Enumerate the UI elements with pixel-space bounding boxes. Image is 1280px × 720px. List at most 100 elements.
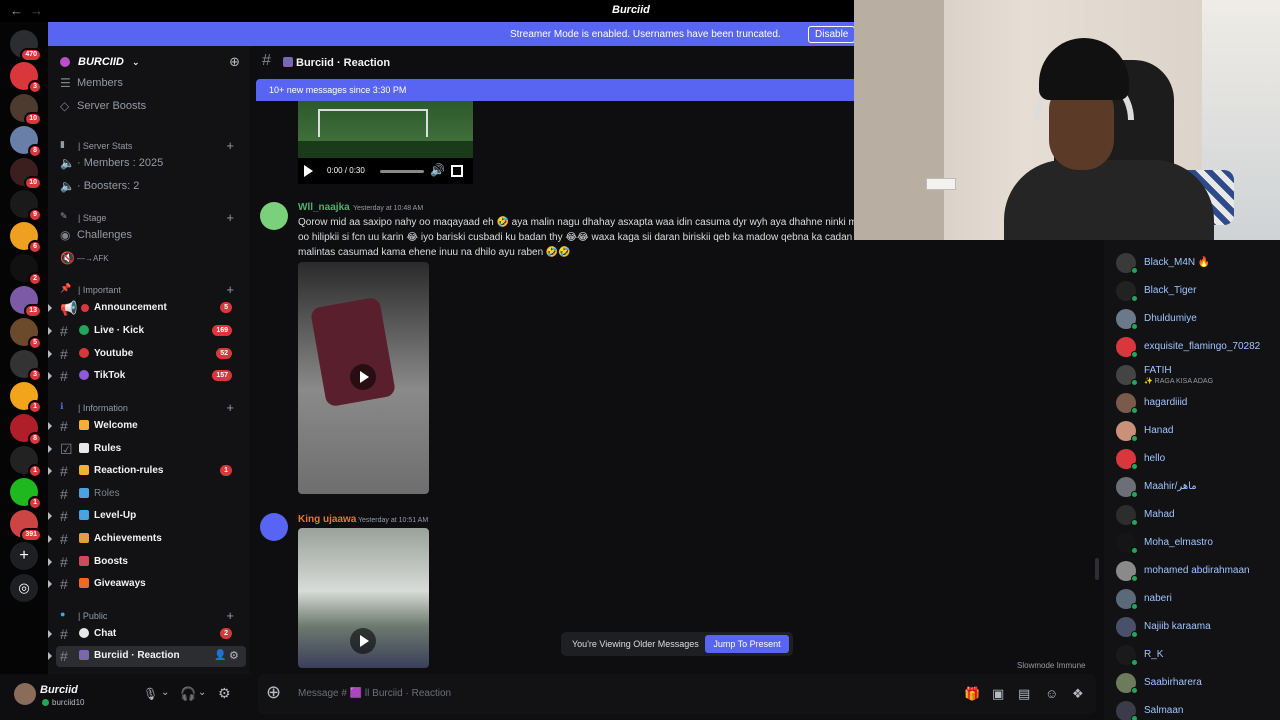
member-item[interactable]: exquisite_flamingo_70282	[1104, 334, 1280, 360]
voice-channel-afk[interactable]: 🔇 —→AFK	[56, 249, 244, 269]
member-item[interactable]: mohamed abdirahmaan	[1104, 558, 1280, 584]
avatar[interactable]	[14, 683, 36, 705]
headphones-icon[interactable]: 🎧	[180, 686, 196, 702]
avatar[interactable]	[260, 513, 288, 541]
channel-live-kick[interactable]: # Live · Kick 169	[48, 321, 244, 342]
channel-chat[interactable]: # Chat 2	[48, 624, 244, 645]
gear-icon[interactable]: ⚙	[218, 685, 231, 702]
category-important[interactable]: 📌 | Important +	[56, 282, 244, 298]
server-icon[interactable]: 13	[10, 286, 42, 318]
server-icon[interactable]: 8	[10, 414, 42, 446]
gif-icon[interactable]: ▣	[992, 686, 1004, 702]
invite-icon[interactable]: 👤	[214, 650, 226, 661]
channel-giveaways[interactable]: # Giveaways	[48, 574, 244, 595]
add-attachment-icon[interactable]: ⊕	[266, 682, 281, 703]
member-item[interactable]: Moha_elmastro	[1104, 530, 1280, 556]
play-icon[interactable]	[350, 364, 376, 390]
video-attachment[interactable]	[298, 528, 429, 668]
play-icon[interactable]	[304, 165, 313, 177]
member-item[interactable]: Najiib karaama	[1104, 614, 1280, 640]
member-item[interactable]: Salmaan	[1104, 698, 1280, 720]
message-input[interactable]: Message # 🟪 ll Burciid · Reaction	[298, 688, 451, 699]
avatar[interactable]	[260, 202, 288, 230]
member-item[interactable]: hagardiiid	[1104, 390, 1280, 416]
member-item[interactable]: Dhuldumiye	[1104, 306, 1280, 332]
channel-reaction-rules[interactable]: # Reaction-rules 1	[48, 461, 244, 482]
server-icon[interactable]: 3	[10, 350, 42, 382]
add-channel-icon[interactable]: +	[226, 210, 234, 225]
sticker-icon[interactable]: ▤	[1018, 686, 1030, 702]
category-public[interactable]: ● | Public +	[56, 608, 244, 624]
channel-announcement[interactable]: 📢 Announcement 5	[48, 298, 244, 319]
disable-button[interactable]: Disable	[808, 26, 856, 43]
channel-rules[interactable]: ☑ Rules	[48, 439, 244, 460]
message-author[interactable]: Wll_naajka	[298, 202, 350, 213]
channel-roles[interactable]: # Roles	[48, 484, 244, 505]
server-icon[interactable]: 3	[10, 62, 42, 94]
channel-tiktok[interactable]: # TikTok 157	[48, 366, 244, 387]
video-attachment[interactable]	[298, 262, 429, 494]
channel-burciid-reaction[interactable]: # Burciid · Reaction 👤 ⚙	[48, 646, 246, 667]
gear-icon[interactable]: ⚙	[229, 649, 239, 662]
volume-slider[interactable]	[380, 170, 424, 173]
server-icon[interactable]: 8	[10, 126, 42, 158]
voice-channel-boosters[interactable]: 🔈 · Boosters: 2	[56, 177, 244, 197]
category-information[interactable]: ℹ | Information +	[56, 400, 244, 416]
back-arrow-icon[interactable]: ←	[10, 3, 23, 18]
emoji-icon[interactable]: ☺	[1045, 686, 1058, 701]
member-item[interactable]: Black_Tiger	[1104, 278, 1280, 304]
member-item[interactable]: R_K	[1104, 642, 1280, 668]
member-item[interactable]: Saabirharera	[1104, 670, 1280, 696]
play-icon[interactable]	[350, 628, 376, 654]
channel-welcome[interactable]: # Welcome	[48, 416, 244, 437]
server-icon[interactable]: 6	[10, 222, 42, 254]
apps-icon[interactable]: ❖	[1072, 686, 1084, 702]
server-icon[interactable]: 9	[10, 190, 42, 222]
add-channel-icon[interactable]: +	[226, 608, 234, 623]
forward-arrow-icon[interactable]: →	[30, 3, 43, 18]
invite-people-icon[interactable]: ⊕	[229, 54, 240, 70]
member-item[interactable]: FATIH ✨ RAGA KISA ADAG	[1104, 362, 1280, 388]
server-icon[interactable]: 1	[10, 446, 42, 478]
gift-icon[interactable]: 🎁	[964, 686, 980, 702]
fullscreen-icon[interactable]	[451, 165, 463, 177]
stage-channel-challenges[interactable]: ◉ Challenges	[56, 226, 244, 246]
member-item[interactable]: naberi	[1104, 586, 1280, 612]
channel-boosts[interactable]: # Boosts	[48, 552, 244, 573]
category-stage[interactable]: ✎ | Stage +	[56, 210, 244, 226]
member-item[interactable]: Mahad	[1104, 502, 1280, 528]
chevron-down-icon[interactable]: ⌄	[161, 687, 169, 698]
home-discord-icon[interactable]: 470	[10, 30, 42, 62]
channel-level-up[interactable]: # Level-Up	[48, 506, 244, 527]
microphone-icon[interactable]: 🎙	[143, 687, 158, 701]
server-boosts-item[interactable]: ◇ Server Boosts	[56, 97, 244, 117]
chevron-down-icon[interactable]: ⌄	[198, 687, 206, 698]
explore-icon[interactable]: ◎	[10, 574, 38, 602]
server-icon[interactable]: 1	[10, 478, 42, 510]
category-server-stats[interactable]: ▮ | Server Stats +	[56, 138, 244, 154]
message-author[interactable]: King ujaawa	[298, 514, 356, 525]
add-channel-icon[interactable]: +	[226, 400, 234, 415]
server-icon[interactable]: 10	[10, 94, 42, 126]
server-icon[interactable]: 1	[10, 382, 42, 414]
volume-icon[interactable]: 🔊	[430, 163, 445, 177]
members-item[interactable]: ☰ Members	[56, 74, 244, 94]
server-icon[interactable]: 5	[10, 318, 42, 350]
message-composer[interactable]: ⊕ Message # 🟪 ll Burciid · Reaction 🎁 ▣ …	[258, 674, 1096, 714]
add-server-icon[interactable]: +	[10, 542, 38, 570]
member-item[interactable]: Maahir/ماهر	[1104, 474, 1280, 500]
server-icon[interactable]: 391	[10, 510, 42, 542]
member-item[interactable]: Black_M4N 🔥	[1104, 250, 1280, 276]
channel-achievements[interactable]: # Achievements	[48, 529, 244, 550]
channel-youtube[interactable]: # Youtube 52	[48, 344, 244, 365]
member-item[interactable]: hello	[1104, 446, 1280, 472]
video-player[interactable]: 0:00 / 0:30 🔊	[298, 101, 473, 184]
add-channel-icon[interactable]: +	[226, 138, 234, 153]
add-channel-icon[interactable]: +	[226, 282, 234, 297]
server-icon[interactable]: 10	[10, 158, 42, 190]
voice-channel-members[interactable]: 🔈 · Members : 2025	[56, 154, 244, 174]
scrollbar[interactable]	[1095, 558, 1099, 580]
member-item[interactable]: Hanad	[1104, 418, 1280, 444]
server-icon[interactable]: 2	[10, 254, 42, 286]
jump-to-present-button[interactable]: Jump To Present	[705, 635, 789, 653]
